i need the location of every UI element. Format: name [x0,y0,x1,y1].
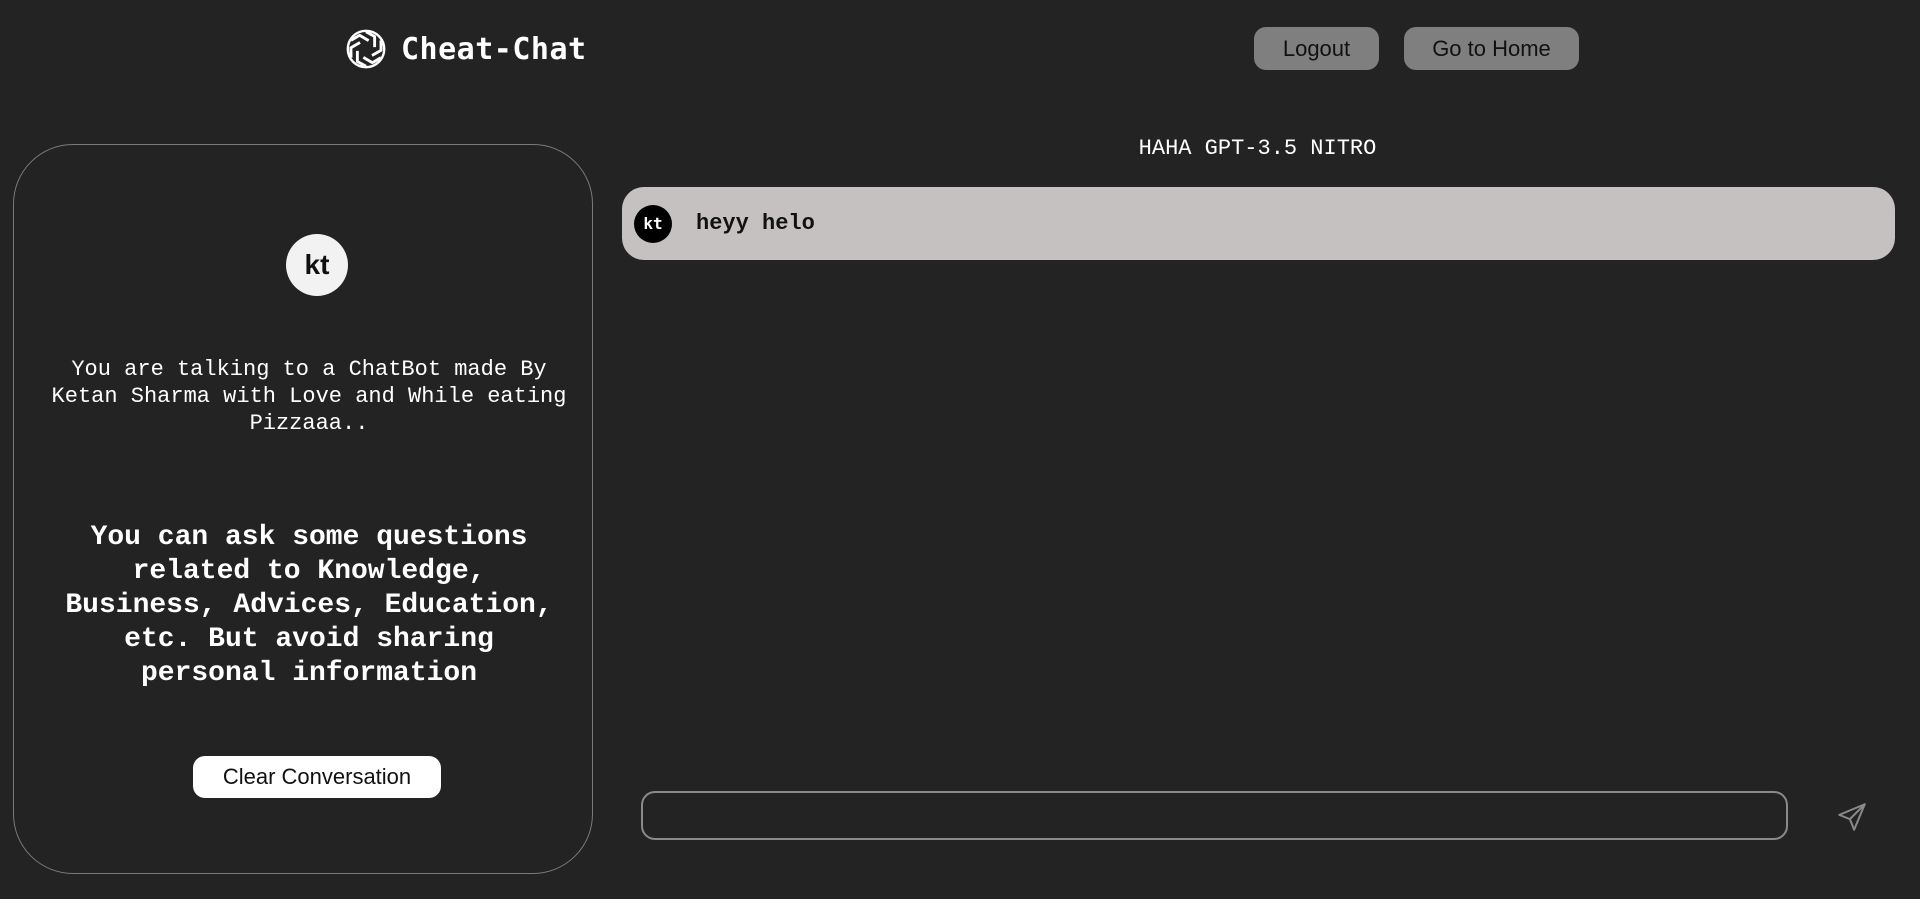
openai-logo-icon [346,29,386,69]
go-home-button[interactable]: Go to Home [1404,27,1579,70]
info-sidebar: kt You are talking to a ChatBot made By … [13,144,593,874]
user-avatar: kt [286,234,348,296]
message-avatar: kt [634,204,672,243]
chat-title: HAHA GPT-3.5 NITRO [1138,136,1377,161]
clear-conversation-button[interactable]: Clear Conversation [193,756,441,798]
chat-message: kt heyy helo [622,187,1895,260]
logout-button[interactable]: Logout [1254,27,1379,70]
header: Cheat-Chat Logout Go to Home [0,0,1920,100]
message-input[interactable] [641,791,1788,840]
send-icon [1838,803,1866,831]
usage-tip: You can ask some questions related to Kn… [65,522,553,689]
about-text: You are talking to a ChatBot made By Ket… [51,357,567,436]
brand-title: Cheat-Chat [401,31,587,67]
message-text: heyy helo [696,211,815,236]
send-button[interactable] [1832,797,1872,837]
brand[interactable]: Cheat-Chat [343,26,587,72]
